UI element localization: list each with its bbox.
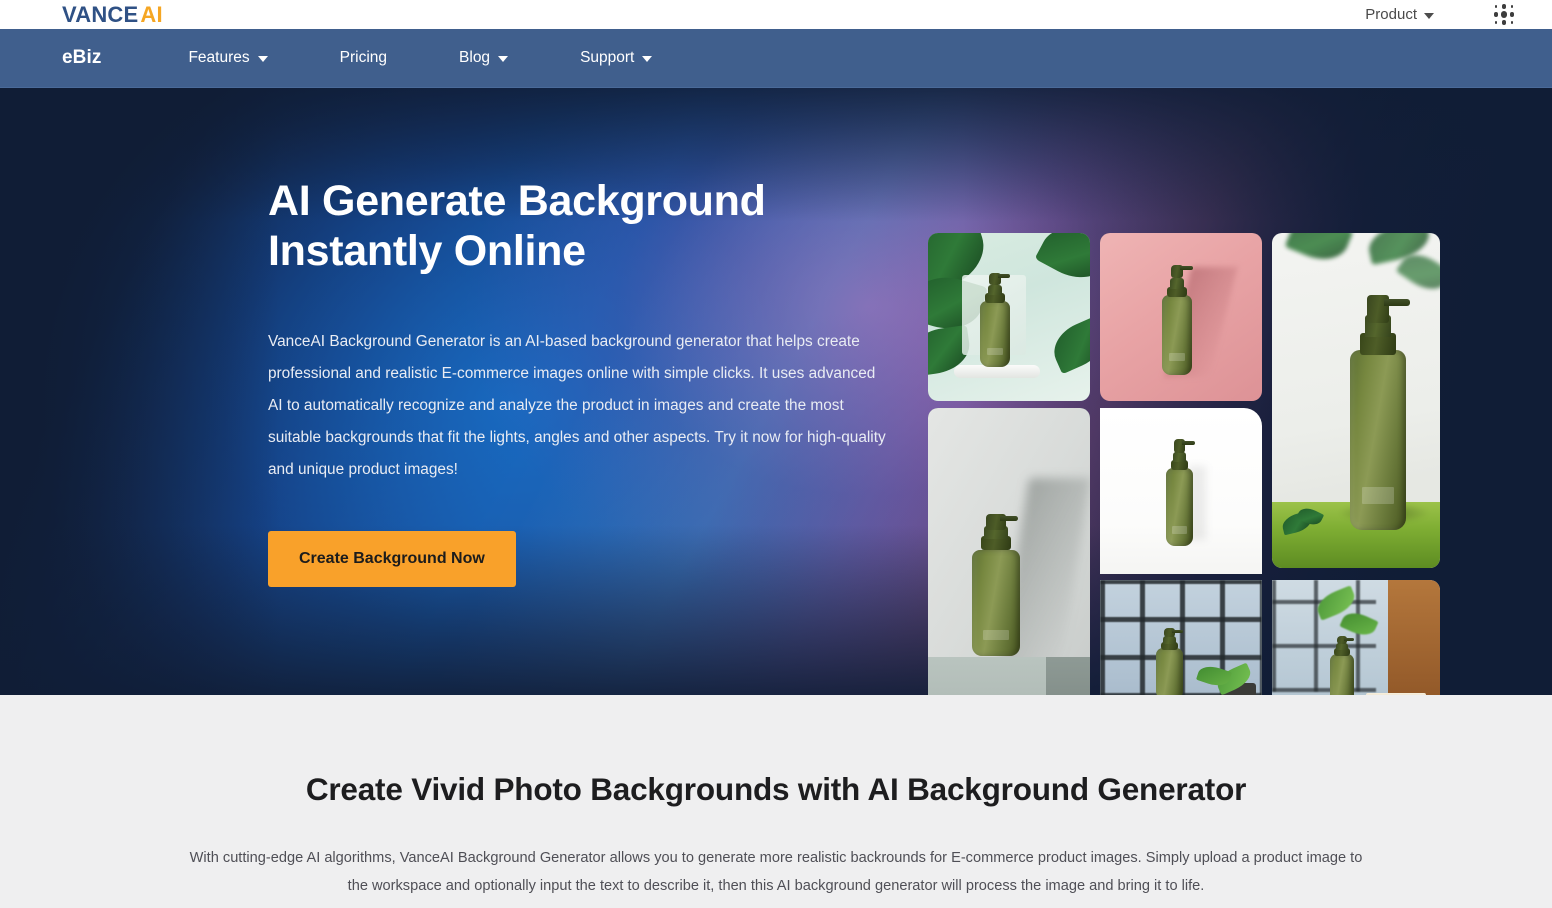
- chevron-down-icon: [257, 56, 268, 62]
- nav-logo-ebiz[interactable]: eBiz: [62, 47, 101, 69]
- nav-item-blog[interactable]: Blog: [434, 49, 533, 67]
- chevron-down-icon: [1424, 12, 1434, 19]
- hero-title: AI Generate Background Instantly Online: [268, 176, 888, 277]
- nav-item-features[interactable]: Features: [163, 49, 292, 67]
- nav-items: Features Pricing Blog Support: [163, 49, 699, 67]
- logo-text-ai: AI: [140, 1, 163, 27]
- top-utility-actions: Product: [1365, 3, 1516, 27]
- chevron-down-icon: [642, 56, 653, 62]
- product-bottle: [1162, 263, 1193, 375]
- grid-dot: [1494, 21, 1498, 24]
- chevron-down-icon: [498, 56, 509, 62]
- hero-image-gallery: [928, 233, 1440, 695]
- section-title: Create Vivid Photo Backgrounds with AI B…: [305, 771, 1247, 807]
- grid-dot: [1510, 21, 1514, 24]
- window-frame: [1388, 580, 1440, 695]
- gallery-tile-window-towels[interactable]: [1272, 580, 1440, 695]
- product-bottle: [1166, 438, 1195, 546]
- product-bottle: [1156, 628, 1183, 695]
- top-utility-bar: VANCE AI Product: [0, 0, 1552, 29]
- product-dropdown[interactable]: Product: [1365, 6, 1434, 23]
- hero-description: VanceAI Background Generator is an AI-ba…: [268, 332, 886, 479]
- hero-copy: AI Generate Background Instantly Online …: [268, 176, 888, 587]
- hero-title-line-1: AI Generate Background: [268, 177, 766, 225]
- main-navigation-bar: eBiz Features Pricing Blog Support: [0, 29, 1552, 88]
- product-bottle: [1330, 636, 1354, 695]
- grid-dot: [1509, 12, 1515, 17]
- folded-towel: [1366, 693, 1426, 695]
- nav-item-label: Features: [188, 49, 250, 66]
- logo-text-vance: VANCE: [62, 1, 139, 27]
- nav-item-pricing[interactable]: Pricing: [315, 49, 412, 67]
- vanceai-logo[interactable]: VANCE AI: [62, 2, 163, 28]
- section-description: With cutting-edge AI algorithms, VanceAI…: [189, 850, 1363, 895]
- product-bottle: [1350, 295, 1410, 530]
- grid-dot: [1494, 5, 1498, 8]
- gallery-tile-monstera-leaves[interactable]: [928, 233, 1090, 401]
- gallery-tile-white-studio[interactable]: [1100, 408, 1262, 574]
- product-bottle: [980, 271, 1010, 367]
- grid-dot: [1501, 4, 1507, 9]
- grid-dot: [1500, 11, 1508, 18]
- gallery-tile-grey-pedestal[interactable]: [928, 408, 1090, 695]
- app-grid-icon[interactable]: [1492, 3, 1516, 27]
- nav-item-support[interactable]: Support: [555, 49, 677, 67]
- nav-item-label: Support: [580, 49, 635, 66]
- hero-section: AI Generate Background Instantly Online …: [0, 88, 1552, 695]
- grid-dot: [1501, 20, 1507, 25]
- gallery-tile-pink-wall[interactable]: [1100, 233, 1262, 401]
- grid-dot: [1493, 12, 1499, 17]
- nav-item-label: Blog: [459, 49, 491, 66]
- gallery-tile-window-plant[interactable]: [1100, 580, 1262, 695]
- features-intro-section: Create Vivid Photo Backgrounds with AI B…: [0, 695, 1552, 908]
- gallery-tile-green-grass[interactable]: [1272, 233, 1440, 568]
- grid-dot: [1510, 5, 1514, 8]
- hero-title-line-2: Instantly Online: [268, 227, 586, 276]
- product-dropdown-label: Product: [1365, 6, 1417, 23]
- create-background-now-button[interactable]: Create Background Now: [268, 530, 516, 587]
- pedestal-side: [1046, 657, 1090, 695]
- product-bottle: [972, 514, 1020, 656]
- nav-item-label: Pricing: [339, 49, 388, 66]
